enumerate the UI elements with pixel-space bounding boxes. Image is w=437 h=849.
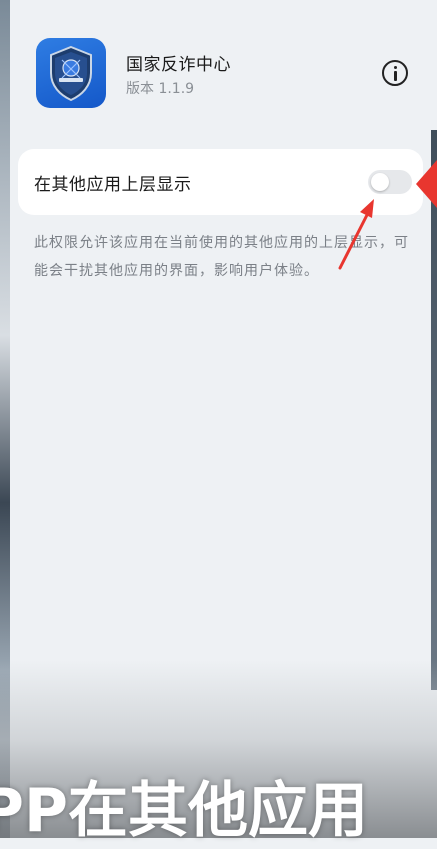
toggle-knob (371, 173, 389, 191)
permission-label: 在其他应用上层显示 (34, 175, 192, 195)
right-edge-frame (431, 130, 437, 690)
info-icon-dot (394, 66, 397, 69)
video-caption: PP在其他应用 (0, 776, 368, 846)
app-name: 国家反诈中心 (126, 55, 231, 75)
app-version: 版本 1.1.9 (126, 81, 195, 97)
info-icon[interactable] (382, 60, 408, 86)
overlay-permission-card[interactable]: 在其他应用上层显示 (18, 149, 423, 215)
permission-description: 此权限允许该应用在当前使用的其他应用的上层显示，可能会干扰其他应用的界面，影响用… (34, 235, 409, 279)
shield-badge-icon (36, 38, 106, 108)
info-icon-bar (394, 71, 397, 81)
app-header: 国家反诈中心 版本 1.1.9 (36, 38, 408, 110)
overlay-permission-toggle[interactable] (368, 170, 412, 194)
